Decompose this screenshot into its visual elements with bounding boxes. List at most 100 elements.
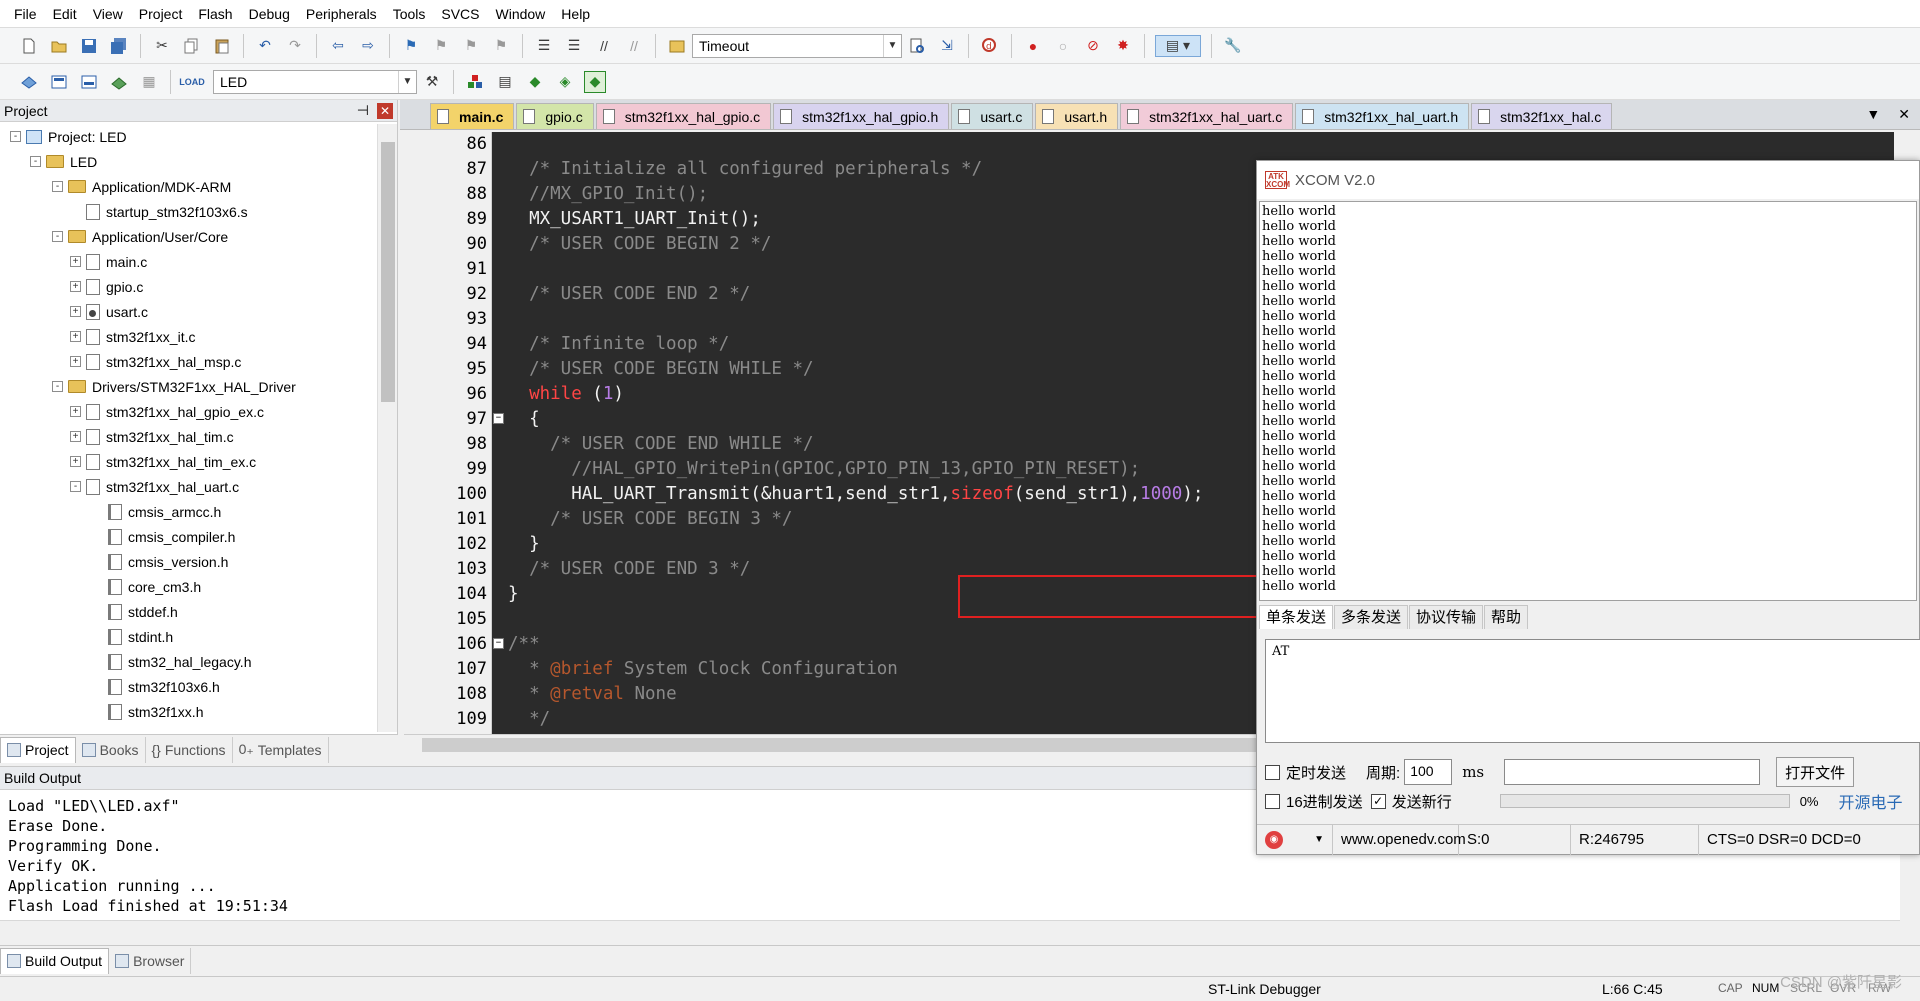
debug-session-icon[interactable]: d [979,35,1001,57]
new-file-icon[interactable] [18,35,40,57]
menu-flash[interactable]: Flash [190,0,240,28]
tree-item[interactable]: core_cm3.h [0,574,378,599]
chevron-down-icon[interactable]: ▼ [883,34,901,57]
menu-window[interactable]: Window [488,0,554,28]
indent-icon[interactable]: ☰ [533,35,555,57]
tree-item[interactable]: stm32f103x6.h [0,674,378,699]
undo-icon[interactable]: ↶ [254,35,276,57]
expand-icon[interactable]: + [70,356,81,367]
stm32cubemx-icon[interactable]: ◆ [584,70,606,93]
tree-item[interactable]: + stm32f1xx_hal_tim.c [0,424,378,449]
tab-main-c[interactable]: main.c [430,103,515,129]
tab-gpio-c[interactable]: gpio.c [516,103,594,129]
tree-item[interactable]: stm32f1xx.h [0,699,378,724]
bookmark-prev-icon[interactable]: ⚑ [430,35,452,57]
expand-icon[interactable]: + [70,306,81,317]
project-tree-scrollbar[interactable] [377,124,397,732]
open-folder-icon[interactable] [48,35,70,57]
find-icon[interactable] [906,35,928,57]
find-in-files-icon[interactable] [666,35,688,57]
tree-item[interactable]: - stm32f1xx_hal_uart.c [0,474,378,499]
redo-icon[interactable]: ↷ [284,35,306,57]
menu-debug[interactable]: Debug [241,0,298,28]
tree-item[interactable]: + stm32f1xx_hal_tim_ex.c [0,449,378,474]
tree-item[interactable]: - LED [0,149,378,174]
close-icon[interactable]: ✕ [377,102,393,119]
tab-help[interactable]: 帮助 [1484,605,1529,629]
target-combo[interactable]: LED ▼ [213,69,417,94]
expand-icon[interactable]: + [70,406,81,417]
tree-item[interactable]: cmsis_armcc.h [0,499,378,524]
tree-item[interactable]: cmsis_version.h [0,549,378,574]
file-extensions-icon[interactable]: ▤ [494,71,516,93]
collapse-icon[interactable]: - [52,181,63,192]
bookmark-icon[interactable]: ⚑ [400,35,422,57]
record-icon[interactable]: ◉ [1265,830,1283,849]
tree-item[interactable]: - Application/User/Core [0,224,378,249]
breakpoint-icon[interactable]: ● [1022,35,1044,57]
expand-icon[interactable]: + [70,281,81,292]
save-icon[interactable] [78,35,100,57]
xcom-titlebar[interactable]: ATK XCOM XCOM V2.0 [1257,161,1919,199]
tree-item[interactable]: - Application/MDK-ARM [0,174,378,199]
collapse-icon[interactable]: - [52,231,63,242]
find-combo[interactable]: Timeout ▼ [692,33,902,58]
website-link[interactable]: www.openedv.com [1333,824,1466,855]
close-tab-icon[interactable]: ✕ [1898,106,1910,123]
collapse-icon[interactable]: - [52,381,63,392]
menu-project[interactable]: Project [131,0,191,28]
bookmark-clear-icon[interactable]: ⚑ [490,35,512,57]
tree-item[interactable]: + gpio.c [0,274,378,299]
tree-item[interactable]: - Project: LED [0,124,378,149]
newline-checkbox[interactable]: ✓ [1370,793,1386,809]
timed-send-checkbox[interactable] [1265,764,1280,780]
period-input[interactable]: 100 [1404,759,1453,785]
tab-protocol[interactable]: 协议传输 [1409,605,1484,629]
tab-multi-send[interactable]: 多条发送 [1334,605,1409,629]
incremental-find-icon[interactable]: ⇲ [936,35,958,57]
scrollbar-thumb[interactable] [381,142,395,402]
tree-item[interactable]: + stm32f1xx_hal_msp.c [0,349,378,374]
collapse-icon[interactable]: - [70,481,81,492]
tab-single-send[interactable]: 单条发送 [1259,605,1334,629]
tab-browser[interactable]: Browser [109,947,192,974]
tab-build-output[interactable]: Build Output [0,947,110,974]
expand-icon[interactable]: + [70,256,81,267]
collapse-icon[interactable]: - [10,131,21,142]
comment-icon[interactable]: // [593,35,615,57]
pack-installer-icon[interactable]: ◆ [524,71,546,93]
tree-item[interactable]: cmsis_compiler.h [0,524,378,549]
hex-send-checkbox[interactable] [1265,793,1280,809]
tree-item[interactable]: + stm32f1xx_it.c [0,324,378,349]
chevron-down-icon[interactable]: ▼ [398,70,416,93]
tree-item[interactable]: + main.c [0,249,378,274]
manage-components-icon[interactable] [464,71,486,93]
tab-functions[interactable]: {} Functions [146,736,233,763]
window-layout-icon[interactable]: ▤ ▾ [1155,34,1201,57]
breakpoint-kill-all-icon[interactable]: ✸ [1112,35,1134,57]
code-line[interactable] [508,132,1888,157]
bookmark-next-icon[interactable]: ⚑ [460,35,482,57]
receive-area[interactable]: hello world hello world hello world hello w… [1259,201,1917,601]
open-file-button[interactable]: 打开文件 [1776,757,1855,787]
tab-project[interactable]: Project [0,736,76,763]
nav-back-icon[interactable]: ⇦ [327,35,349,57]
tree-item[interactable]: stdint.h [0,624,378,649]
tab-stm32f1xx-hal-gpio-h[interactable]: stm32f1xx_hal_gpio.h [773,103,950,129]
configure-wrench-icon[interactable]: 🔧 [1222,35,1244,57]
fold-icon[interactable]: − [493,413,504,424]
menu-edit[interactable]: Edit [45,0,85,28]
download-load-icon[interactable]: LOAD [179,71,205,93]
tab-stm32f1xx-hal-uart-c[interactable]: stm32f1xx_hal_uart.c [1120,103,1294,129]
file-path-input[interactable] [1504,759,1761,785]
tab-stm32f1xx-hal-c[interactable]: stm32f1xx_hal.c [1471,103,1613,129]
breakpoint-disable-icon[interactable]: ○ [1052,35,1074,57]
tree-item[interactable]: + usart.c [0,299,378,324]
chevron-down-icon[interactable]: ▼ [1314,834,1324,845]
tree-item[interactable]: stm32_hal_legacy.h [0,649,378,674]
expand-icon[interactable]: + [70,456,81,467]
fold-icon[interactable]: − [493,638,504,649]
tab-usart-c[interactable]: usart.c [951,103,1034,129]
tab-usart-h[interactable]: usart.h [1035,103,1119,129]
translate-icon[interactable] [18,71,40,93]
